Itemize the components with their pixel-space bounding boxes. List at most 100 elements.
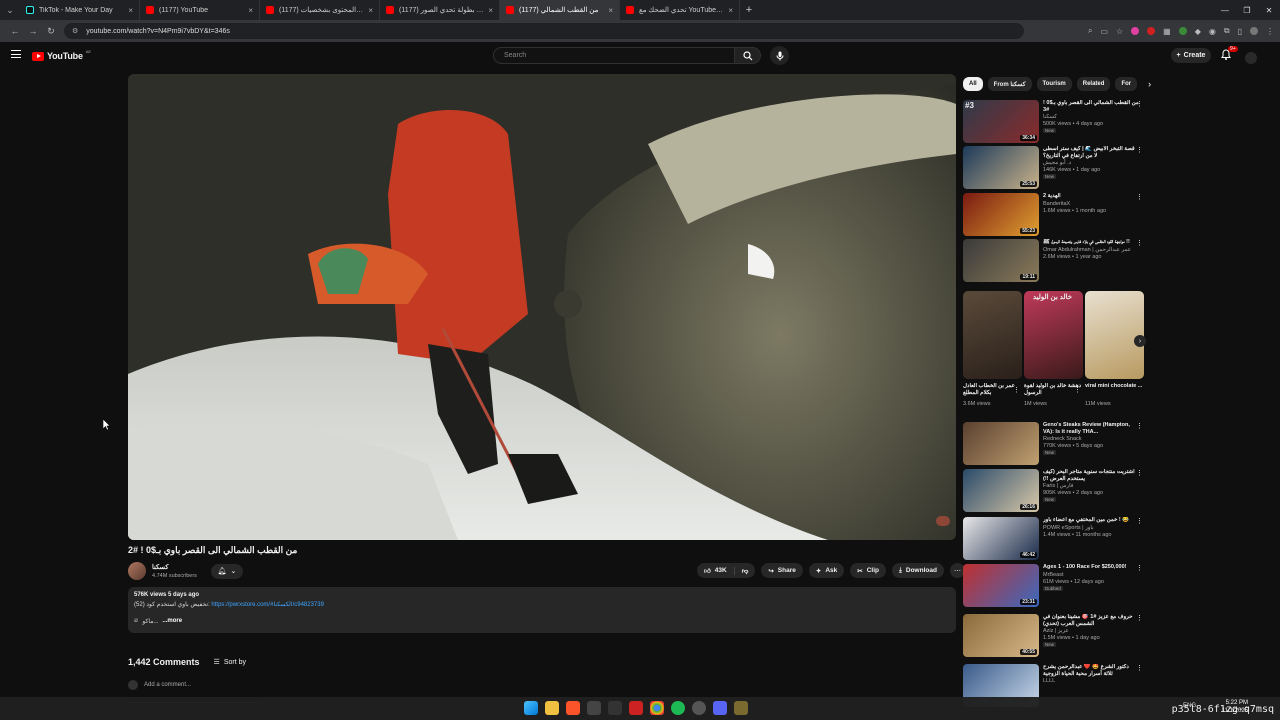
show-more-button[interactable]: ...more <box>162 618 182 625</box>
browser-menu-icon[interactable]: ⋮ <box>1266 27 1274 36</box>
more-options-icon[interactable]: ⋮ <box>1136 193 1143 201</box>
search-input[interactable]: Search <box>493 47 736 64</box>
close-tab-icon[interactable]: × <box>248 6 253 15</box>
more-options-icon[interactable]: ⋮ <box>1136 517 1143 525</box>
extension-icon[interactable]: ▦ <box>1163 27 1171 36</box>
close-window-icon[interactable]: ✕ <box>1258 0 1280 20</box>
site-info-icon[interactable]: ⚙ <box>72 27 78 35</box>
share-button[interactable]: ↪ Share <box>761 563 803 578</box>
subscribed-notification-button[interactable]: 🔔︎ ⌄ <box>210 563 243 579</box>
browser-tab[interactable]: (1177) YouTube × <box>140 0 260 20</box>
close-tab-icon[interactable]: × <box>368 6 373 15</box>
back-icon[interactable]: ← <box>6 26 24 36</box>
new-tab-button[interactable]: + <box>740 4 758 16</box>
github-icon[interactable] <box>692 701 706 715</box>
channel-avatar[interactable] <box>128 562 146 580</box>
bookmark-star-icon[interactable]: ☆ <box>1116 27 1123 36</box>
profile-avatar-icon[interactable] <box>1250 27 1258 35</box>
video-thumbnail[interactable]: 55:23 <box>963 193 1039 236</box>
short-item[interactable]: عمر بن الخطاب العادل بكلام المطلع 3.6M v… <box>963 291 1022 407</box>
extension-icon[interactable] <box>1178 27 1187 35</box>
app-icon[interactable] <box>608 701 622 715</box>
browser-tab[interactable]: تحدي الضحك مع YouTube - 😂 ‼️ × <box>620 0 740 20</box>
short-thumbnail[interactable] <box>1085 291 1144 379</box>
like-button[interactable]: 👍︎ 43K <box>697 566 735 575</box>
forward-icon[interactable]: → <box>24 26 42 36</box>
close-tab-icon[interactable]: × <box>728 6 733 15</box>
sort-by-button[interactable]: ☰ Sort by <box>214 658 246 667</box>
description-link[interactable]: https://pwrxstore.com/#الكسكنا/c94823739 <box>211 602 324 608</box>
account-avatar[interactable] <box>1245 52 1257 64</box>
reload-icon[interactable]: ↻ <box>42 26 60 37</box>
recommended-video[interactable]: 55:23 الهدية 2 BanderitaX 1.6M views • 1… <box>963 193 1148 236</box>
extension-icon[interactable] <box>1131 27 1140 35</box>
recommended-video[interactable]: 40:55 حروف مع عزيز #1 🎯 مشينا بعنوان في … <box>963 614 1148 657</box>
more-options-icon[interactable]: ⋮ <box>1136 146 1143 154</box>
clip-button[interactable]: ✂ Clip <box>850 563 886 578</box>
sidebar-icon[interactable]: ▯ <box>1238 27 1242 36</box>
more-options-icon[interactable]: ⋮ <box>1013 386 1020 394</box>
minimize-icon[interactable]: — <box>1214 0 1236 20</box>
windows-start-icon[interactable] <box>524 701 538 715</box>
more-options-icon[interactable]: ⋮ <box>1136 469 1143 477</box>
url-field[interactable]: ⚙ youtube.com/watch?v=N4Pm9i7vbDY&t=346s <box>64 23 1024 39</box>
browser-tab[interactable]: (1177) صناع المحتوى بشخصيات × <box>260 0 380 20</box>
cast-icon[interactable]: ▭ <box>1100 27 1108 36</box>
more-options-icon[interactable]: ⋮ <box>1136 564 1143 572</box>
more-options-icon[interactable]: ⋮ <box>1136 422 1143 430</box>
video-thumbnail[interactable]: 46:42 <box>963 517 1039 560</box>
extension-icon[interactable] <box>1147 27 1156 35</box>
short-item[interactable]: دهشة خالد بن الوليد لقوة الرسول 1M views… <box>1024 291 1083 407</box>
brave-browser-icon[interactable] <box>566 701 580 715</box>
more-options-icon[interactable]: ⋮ <box>1136 239 1143 247</box>
channel-name[interactable]: كسكنا <box>152 563 197 571</box>
recommended-video[interactable]: Geno's Steaks Review (Hampton, VA): Is i… <box>963 422 1148 465</box>
chevron-right-icon[interactable]: › <box>1148 79 1151 89</box>
maximize-icon[interactable]: ❐ <box>1236 0 1258 20</box>
app-icon[interactable] <box>587 701 601 715</box>
short-thumbnail[interactable] <box>963 291 1022 379</box>
video-thumbnail[interactable]: #3 36:34 <box>963 100 1039 143</box>
recommended-video[interactable]: #3 36:34 من القطب الشمالي الى القصر باوي… <box>963 100 1148 143</box>
more-options-icon[interactable]: ⋮ <box>1136 614 1143 622</box>
extensions-puzzle-icon[interactable]: ⧉ <box>1224 26 1230 36</box>
video-thumbnail[interactable]: 26:16 <box>963 469 1039 512</box>
chip-for-you[interactable]: For <box>1115 77 1138 91</box>
more-options-icon[interactable]: ⋮ <box>1074 386 1081 394</box>
video-thumbnail[interactable]: 25:53 <box>963 146 1039 189</box>
recommended-video[interactable]: 23:31 Ages 1 - 100 Race For $250,000! Mr… <box>963 564 1148 607</box>
search-button[interactable] <box>735 47 761 64</box>
video-thumbnail[interactable]: 19:11 <box>963 239 1039 282</box>
recommended-video[interactable]: 19:11 مواجهة القوه العظمى في بلاد فارس و… <box>963 239 1148 282</box>
chrome-icon[interactable] <box>650 701 664 715</box>
video-thumbnail[interactable]: 23:31 <box>963 564 1039 607</box>
browser-tab[interactable]: TikTok - Make Your Day × <box>20 0 140 20</box>
voice-search-button[interactable] <box>770 46 789 65</box>
chip-from-channel[interactable]: From كسكنا <box>987 77 1032 91</box>
menu-icon[interactable] <box>11 50 21 58</box>
chip-tourism[interactable]: Tourism <box>1036 77 1072 91</box>
recommended-video[interactable]: 25:53 قصة التبخر الأبيض 🌊 | كيف ستر أسطى… <box>963 146 1148 189</box>
recommended-video[interactable]: 46:42 خمن مين المختفي مع اعضاء باور ! 😂 … <box>963 517 1148 560</box>
description-box[interactable]: 576K views 5 days ago تخفيض باوي استخدم … <box>128 587 956 633</box>
close-tab-icon[interactable]: × <box>488 6 493 15</box>
extension-icon[interactable]: ◉ <box>1209 27 1216 36</box>
short-item[interactable]: viral mini chocolate ... 11M views <box>1085 291 1144 407</box>
close-tab-icon[interactable]: × <box>608 6 613 15</box>
tab-search-icon[interactable]: ⌄ <box>0 0 20 20</box>
video-thumbnail[interactable]: 40:55 <box>963 614 1039 657</box>
video-thumbnail[interactable] <box>963 422 1039 465</box>
browser-tab[interactable]: (1177) بطولة تحدي الصور 🌙 × <box>380 0 500 20</box>
browser-tab-active[interactable]: (1177) من القطب الشمالي × <box>500 0 620 20</box>
ask-button[interactable]: ✦ Ask <box>808 563 845 578</box>
video-info-icon[interactable] <box>936 516 950 526</box>
chip-related[interactable]: Related <box>1076 77 1111 91</box>
recommended-video[interactable]: 26:16 اشتريت منتجات سنوية متاجر البحر (ك… <box>963 469 1148 512</box>
add-comment-input[interactable]: Add a comment... <box>144 682 191 688</box>
dislike-button[interactable]: 👎︎ <box>735 567 756 575</box>
chip-all[interactable]: All <box>963 77 983 91</box>
short-thumbnail[interactable] <box>1024 291 1083 379</box>
pen-app-icon[interactable] <box>734 701 748 715</box>
youtube-logo[interactable]: YouTube AE <box>32 49 91 61</box>
close-tab-icon[interactable]: × <box>128 6 133 15</box>
